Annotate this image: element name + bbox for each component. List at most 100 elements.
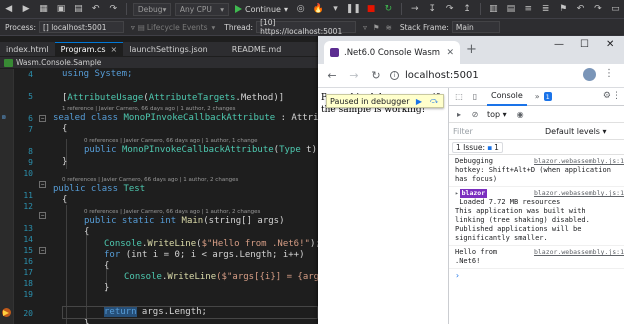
back-icon[interactable]: ←	[324, 68, 340, 84]
step-over-icon[interactable]: ↷	[443, 2, 456, 16]
more-tabs-icon[interactable]: »	[535, 92, 540, 101]
message-count-badge[interactable]: 1	[543, 92, 552, 101]
collapse-toggle[interactable]: −	[39, 181, 46, 188]
step-into-icon[interactable]: ↧	[425, 2, 438, 16]
more-icon[interactable]: ⋮	[604, 68, 614, 79]
line-number: 17	[23, 268, 33, 277]
console-prompt-row[interactable]: ›	[449, 269, 624, 281]
save-all-icon[interactable]: ▤	[72, 2, 85, 16]
undo-icon[interactable]: ↶	[89, 2, 102, 16]
tab-launchsettings-json[interactable]: launchSettings.json	[123, 42, 213, 56]
device-toolbar-icon[interactable]: ▯	[469, 91, 481, 103]
new-tab-icon[interactable]: +	[466, 42, 477, 57]
code-token: {	[62, 124, 68, 134]
pause-icon[interactable]: ❚❚	[346, 2, 361, 16]
execution-pointer-icon[interactable]	[3, 310, 9, 316]
issues-label: 1 Issue:	[456, 142, 486, 152]
code-editor[interactable]: ⊠ 4 5 6 7 8 9 10 11 12 13 14 15 16 17 18…	[0, 69, 318, 324]
more-icon[interactable]: ⋮	[612, 91, 621, 101]
collapse-toggle[interactable]: −	[39, 212, 46, 219]
solution-icon[interactable]: ▦	[37, 2, 50, 16]
continue-button[interactable]: Continue ▾	[235, 5, 288, 14]
lifecycle-events-label[interactable]: Lifecycle Events	[147, 23, 208, 32]
comment-icon[interactable]: ≡	[522, 2, 535, 16]
step-out-icon[interactable]: ↥	[460, 2, 473, 16]
source-link[interactable]: blazor.webassembly.js:1	[534, 157, 624, 165]
forward-icon[interactable]: ▶	[19, 2, 32, 16]
options-icon[interactable]: ▾	[329, 2, 342, 16]
profile-avatar[interactable]	[583, 68, 596, 81]
window-layout-icon[interactable]: ▭	[609, 2, 622, 16]
override-marker-icon: ⊠	[2, 114, 6, 121]
filter-icon[interactable]: ▿	[131, 23, 135, 32]
log-levels-dropdown[interactable]: Default levels ▾	[545, 127, 607, 136]
redo-icon[interactable]: ↷	[107, 2, 120, 16]
inspect-icon[interactable]: ⬚	[453, 91, 465, 103]
save-icon[interactable]: ▣	[54, 2, 67, 16]
stack-frame-dropdown[interactable]: Main	[451, 21, 500, 33]
close-icon[interactable]: ×	[111, 45, 118, 54]
restart-icon[interactable]: ↻	[382, 2, 395, 16]
forward-icon[interactable]: →	[346, 68, 362, 84]
back-icon[interactable]: ◀	[2, 2, 15, 16]
collapse-toggle[interactable]: −	[39, 115, 46, 122]
codelens-info[interactable]: 0 references | Javier Carnero, 66 days a…	[84, 209, 260, 216]
step-over-icon[interactable]: ⤼	[429, 96, 440, 106]
code-token: }	[84, 319, 90, 324]
code-token: .Method)]	[235, 93, 285, 103]
tab-program-cs[interactable]: Program.cs ×	[54, 42, 124, 56]
reload-icon[interactable]: ↻	[368, 68, 384, 84]
show-next-statement-icon[interactable]: →	[408, 2, 421, 16]
code-line-class-decl: sealed class MonoPInvokeCallbackAttribut…	[53, 113, 318, 124]
issues-count: 1	[494, 142, 499, 152]
codelens-info[interactable]: 1 reference | Javier Carnero, 66 days ag…	[62, 106, 236, 113]
uncomment-icon[interactable]: ≣	[539, 2, 552, 16]
tab-index-html[interactable]: index.html	[0, 42, 55, 56]
maximize-icon[interactable]: ☐	[580, 39, 589, 50]
navigation-bar[interactable]: Wasm.Console.Sample	[0, 57, 318, 68]
address-bar[interactable]: i localhost:5001	[390, 67, 570, 85]
clear-console-icon[interactable]: ⊘	[469, 110, 481, 119]
threads-icon[interactable]: ≋	[386, 23, 392, 32]
redo-bookmark-icon[interactable]: ↷	[591, 2, 604, 16]
gear-icon[interactable]: ⚙	[603, 91, 611, 101]
close-window-icon[interactable]: ✕	[606, 39, 614, 50]
code-token: {	[84, 227, 90, 237]
minimize-icon[interactable]: —	[554, 39, 564, 50]
browser-tab[interactable]: .Net6.0 Console Wasm Sample ✕	[324, 41, 460, 64]
undo-bookmark-icon[interactable]: ↶	[574, 2, 587, 16]
configuration-dropdown[interactable]: Debug ▾	[132, 2, 171, 16]
eye-icon[interactable]: ◉	[517, 110, 524, 119]
chrome-window: .Net6.0 Console Wasm Sample ✕ + — ☐ ✕ ← …	[318, 36, 624, 324]
flag-icon[interactable]: ⚑	[373, 23, 380, 32]
thread-dropdown[interactable]: [10] https://localhost:5001	[256, 18, 357, 36]
source-link[interactable]: blazor.webassembly.js:1	[534, 248, 624, 256]
codelens-info[interactable]: 0 references | Javier Carnero, 66 days a…	[62, 177, 238, 184]
resume-icon[interactable]: ▶	[414, 96, 425, 106]
target-icon[interactable]: ◎	[294, 2, 307, 16]
format-icon[interactable]: ▤	[504, 2, 517, 16]
code-line-writeline-args: Console.WriteLine($"args[{i}] = {args[i	[124, 272, 318, 283]
line-number: 13	[23, 224, 33, 233]
codelens-info[interactable]: 0 references | Javier Carnero, 66 days a…	[84, 138, 258, 145]
indicator-margin[interactable]	[0, 69, 14, 324]
bookmark-icon[interactable]: ⚑	[556, 2, 569, 16]
stop-icon[interactable]: ■	[364, 2, 377, 16]
filter-input[interactable]: Filter	[453, 127, 543, 136]
thread-filter-icon[interactable]: ▿	[363, 23, 367, 32]
collapse-toggle[interactable]: −	[39, 247, 46, 254]
source-link[interactable]: blazor.webassembly.js:1	[534, 189, 624, 197]
hot-reload-icon[interactable]: 🔥	[311, 2, 324, 16]
breakpoint-icon[interactable]: ▥	[487, 2, 500, 16]
platform-dropdown[interactable]: Any CPU ▾	[174, 2, 229, 16]
sidebar-toggle-icon[interactable]: ▸	[453, 110, 465, 119]
line-number: 7	[28, 125, 33, 134]
process-dropdown[interactable]: [] localhost:5001	[38, 21, 124, 33]
tab-console[interactable]: Console	[487, 88, 527, 106]
expand-triangle-icon[interactable]: ▸	[455, 190, 459, 197]
tab-readme-md[interactable]: README.md	[226, 42, 288, 56]
info-icon[interactable]: i	[390, 71, 399, 80]
close-icon[interactable]: ✕	[446, 48, 454, 58]
issues-button[interactable]: 1 Issue: ▪ 1	[452, 141, 503, 153]
context-selector[interactable]: top ▾	[487, 110, 507, 119]
